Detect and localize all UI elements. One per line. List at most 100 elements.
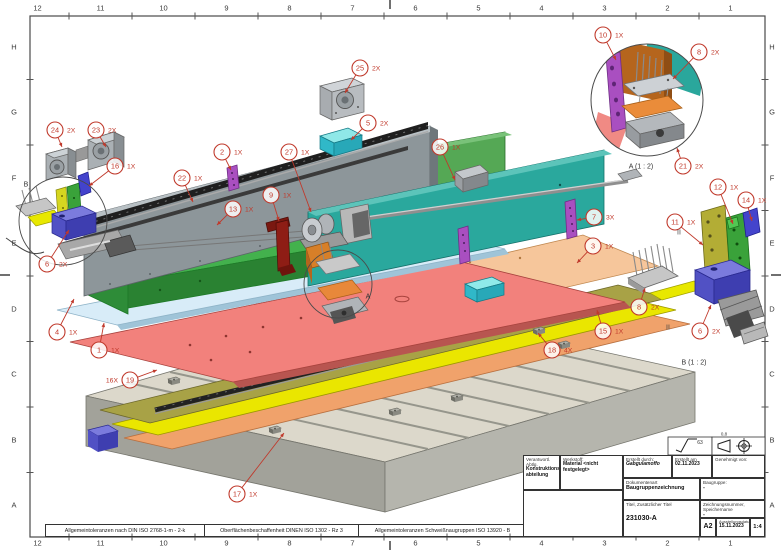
svg-text:12: 12 [714,183,722,192]
grid-col-5: 5 [476,539,480,548]
svg-text:6: 6 [45,260,49,269]
balloon-qty-7: 3X [606,214,615,221]
balloon-qty-14: 1X [758,197,767,204]
grid-row-E: E [769,239,774,248]
part-purple-bar-7a [565,199,577,239]
erstellt-durch-value: Gabgulamoffo [624,462,671,468]
grid-col-4: 4 [539,4,543,13]
grid-col-7: 7 [350,539,354,548]
svg-text:21: 21 [679,162,687,171]
drawing-sheet: 11X21X31X41X52X62X62X73X82X82X91X101X111… [0,0,781,550]
part-gearbox-top [320,78,364,120]
balloon-qty-16: 1X [127,163,136,170]
detail-b-marker: B [24,182,29,189]
grid-col-1: 1 [728,4,732,13]
svg-text:1: 1 [97,346,101,355]
balloon-6: 6 2X [692,305,721,339]
grid-row-C: C [11,370,16,379]
balloon-qty-25: 2X [372,65,381,72]
grid-col-6: 6 [413,4,417,13]
detail-view-a [591,38,706,156]
svg-text:16: 16 [111,162,119,171]
svg-text:6: 6 [698,327,702,336]
grid-col-9: 9 [224,539,228,548]
balloon-qty-9: 1X [283,192,292,199]
werkstoff-value: Material <nicht festgelegt> [561,462,622,474]
svg-text:24: 24 [51,126,59,135]
ausstellung-value: 15.11.2023 [717,524,749,530]
grid-col-2: 2 [665,539,669,548]
grid-row-G: G [769,108,775,117]
balloon-qty-19: 16X [106,377,119,384]
tolerance-strip: Allgemeintoleranzen nach DIN ISO 2768-1-… [45,524,523,537]
grid-row-A: A [769,501,774,510]
balloon-qty-10: 1X [615,32,624,39]
balloon-11: 111X [667,214,703,245]
grid-row-B: B [769,435,774,444]
svg-text:15: 15 [599,327,607,336]
scale-value: 1:4 [751,519,764,536]
svg-text:19: 19 [126,376,134,385]
parallel-mark-2: II [666,325,670,332]
detail-a-marker: A [366,294,371,301]
part-purple-bar-7b [458,226,470,264]
grid-col-12: 12 [33,539,41,548]
verantwortl-value: Konstruktions-abteilung [524,467,559,479]
grid-row-H: H [769,42,774,51]
balloon-qty-21: 2X [695,163,704,170]
grid-col-3: 3 [602,539,606,548]
grid-row-H: H [11,42,16,51]
svg-text:8: 8 [697,48,701,57]
balloon-qty-26: 1X [452,144,461,151]
sheet-format: A2 [701,519,715,536]
svg-text:14: 14 [742,196,750,205]
balloon-qty-3: 1X [605,243,614,250]
balloon-qty-27: 1X [301,149,310,156]
genehmigt-label: Genehmigt von: [713,456,764,462]
main-exploded-view [6,78,695,512]
zeichnungsnummer-label: Zeichnungsnummer, Speichername [701,501,764,512]
roughness-value: 63 [697,440,703,446]
balloon-qty-24: 2X [67,127,76,134]
grid-col-1: 1 [728,539,732,548]
svg-text:13: 13 [229,205,237,214]
grid-col-11: 11 [97,4,105,13]
parallel-mark-1: II [677,230,681,237]
grid-col-9: 9 [224,4,228,13]
grid-col-8: 8 [287,4,291,13]
balloon-qty-18: 4X [564,347,573,354]
svg-text:22: 22 [178,174,186,183]
grid-row-F: F [770,173,775,182]
svg-text:7: 7 [592,213,596,222]
note-general-tolerances: Allgemeintoleranzen nach DIN ISO 2768-1-… [45,524,204,537]
note-surface: Oberflächenbeschaffenheit DINEN ISO 1302… [204,524,358,537]
balloon-qty-2: 1X [234,149,243,156]
grid-row-A: A [11,501,16,510]
balloon-qty-15: 1X [615,328,624,335]
svg-text:27: 27 [285,148,293,157]
grid-row-C: C [769,370,774,379]
grid-col-4: 4 [539,539,543,548]
grid-row-D: D [769,304,774,313]
svg-text:2: 2 [220,148,224,157]
balloon-21: 21 2X [675,148,704,174]
grid-row-G: G [11,108,17,117]
svg-text:17: 17 [233,490,241,499]
note-weld: Allgemeintoleranzen Schweißnaugruppen IS… [358,524,527,537]
titel-value: 231030-A [624,515,699,523]
svg-text:8: 8 [637,303,641,312]
grid-row-D: D [11,304,16,313]
balloon-qty-6: 2X [712,328,721,335]
balloon-qty-17: 1X [249,491,258,498]
detail-b-label: B (1 : 2) [682,360,707,367]
svg-text:4: 4 [55,328,59,337]
grid-row-B: B [11,435,16,444]
svg-text:23: 23 [92,126,100,135]
grid-col-2: 2 [665,4,669,13]
svg-text:3: 3 [591,242,595,251]
grid-col-8: 8 [287,539,291,548]
balloon-qty-23: 2X [108,127,117,134]
grid-col-5: 5 [476,4,480,13]
svg-text:11: 11 [671,218,679,227]
svg-text:26: 26 [436,143,444,152]
